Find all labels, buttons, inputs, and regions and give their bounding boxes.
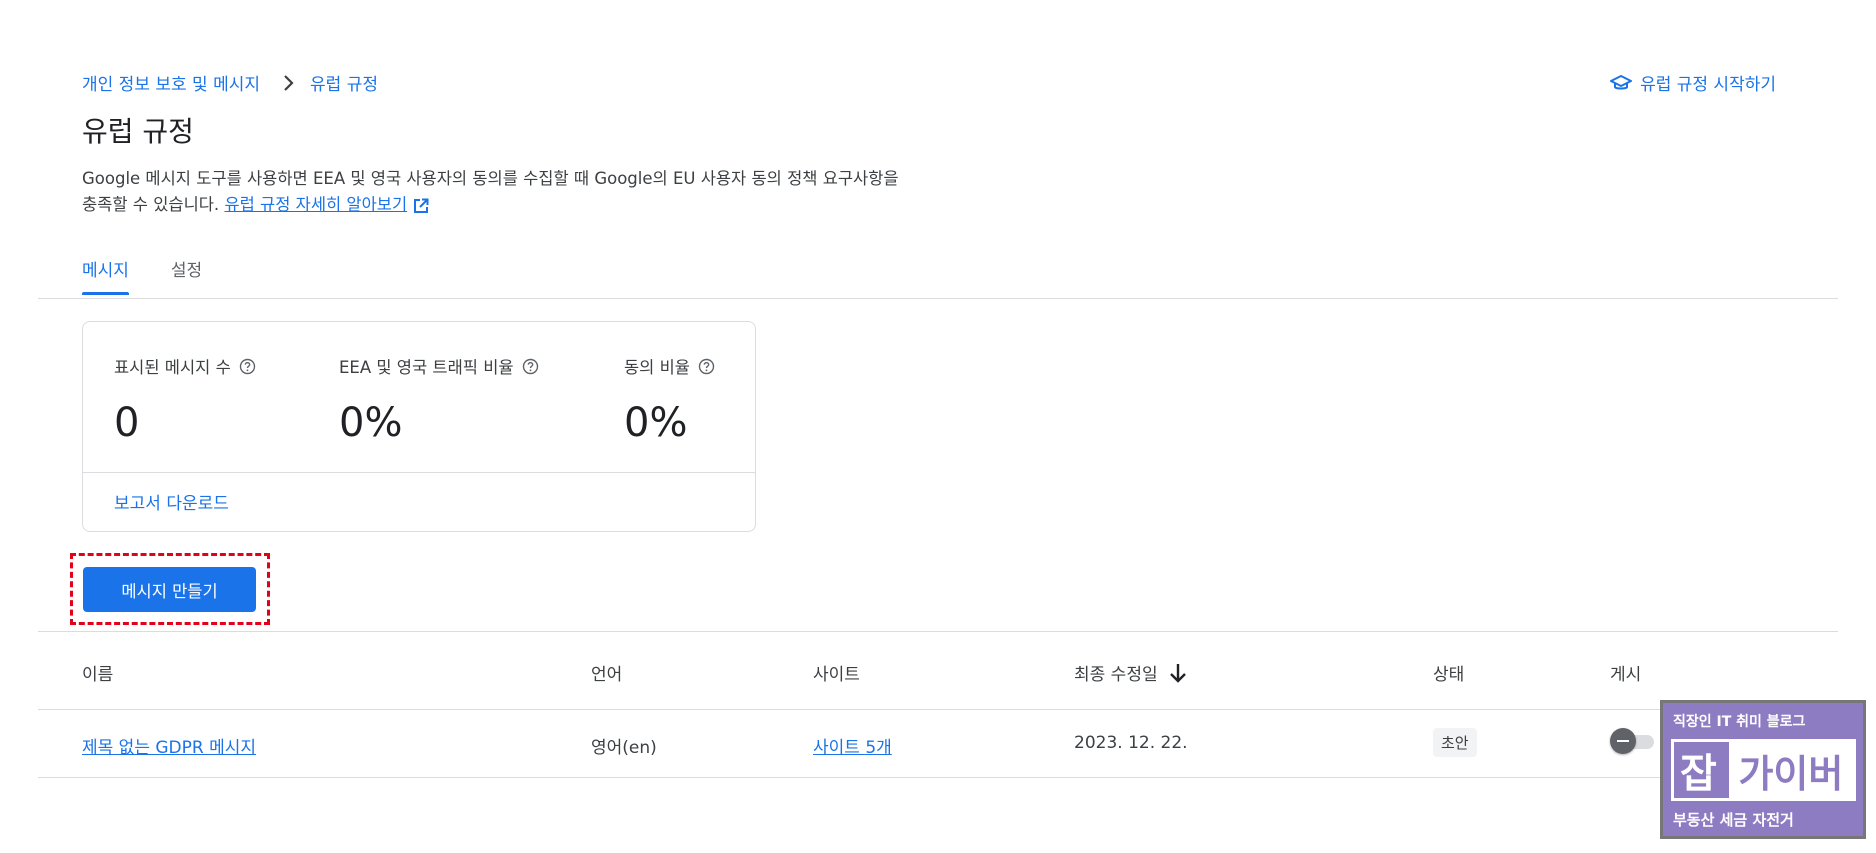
- row-language-cell: 영어(en): [591, 738, 657, 758]
- page-description: Google 메시지 도구를 사용하면 EEA 및 영국 사용자의 동의를 수집…: [82, 166, 902, 218]
- arrow-down-icon: [1169, 663, 1186, 683]
- message-name-link[interactable]: 제목 없는 GDPR 메시지: [82, 738, 256, 758]
- watermark-big-left: 잡: [1680, 751, 1717, 797]
- page-title: 유럽 규정: [82, 115, 194, 148]
- stat-consent-ratio-value: 0%: [624, 400, 688, 446]
- column-header-modified[interactable]: 최종 수정일: [1074, 660, 1188, 685]
- stat-consent-ratio: 동의 비율 0%: [624, 354, 715, 446]
- create-message-button[interactable]: 메시지 만들기: [83, 567, 256, 612]
- watermark-top-text: 직장인 IT 취미 블로그: [1673, 714, 1806, 730]
- column-header-status[interactable]: 상태: [1433, 660, 1464, 685]
- help-icon[interactable]: [522, 358, 539, 375]
- chevron-right-icon: [284, 74, 294, 91]
- stat-traffic-ratio-label: EEA 및 영국 트래픽 비율: [339, 358, 514, 377]
- stats-card: 표시된 메시지 수 0 EEA 및 영국 트래픽 비율 0% 동의 비율 0% …: [82, 321, 756, 532]
- graduation-cap-icon: [1610, 74, 1633, 89]
- row-name-cell: 제목 없는 GDPR 메시지: [82, 733, 256, 758]
- column-header-modified-label: 최종 수정일: [1074, 665, 1158, 685]
- table-top-divider: [38, 631, 1838, 632]
- breadcrumb-parent-link[interactable]: 개인 정보 보호 및 메시지: [82, 70, 260, 95]
- watermark-big-right: 가이버: [1728, 742, 1853, 798]
- column-header-site[interactable]: 사이트: [813, 660, 860, 685]
- get-started-label: 유럽 규정 시작하기: [1640, 75, 1776, 95]
- row-modified-cell: 2023. 12. 22.: [1074, 733, 1188, 753]
- breadcrumb: 개인 정보 보호 및 메시지 유럽 규정: [82, 70, 378, 95]
- download-report-link[interactable]: 보고서 다운로드: [114, 489, 229, 514]
- breadcrumb-current[interactable]: 유럽 규정: [310, 70, 378, 95]
- column-header-name[interactable]: 이름: [82, 660, 113, 685]
- card-divider: [83, 472, 755, 473]
- stat-traffic-ratio-value: 0%: [339, 400, 403, 446]
- learn-more-link[interactable]: 유럽 규정 자세히 알아보기: [224, 195, 407, 214]
- watermark-logo: 잡 가이버: [1671, 739, 1856, 801]
- description-text: Google 메시지 도구를 사용하면 EEA 및 영국 사용자의 동의를 수집…: [82, 169, 899, 214]
- header-row-divider: [38, 709, 1838, 710]
- external-link-icon[interactable]: [413, 198, 429, 214]
- stat-messages-shown-value: 0: [114, 400, 140, 446]
- tabs-divider: [38, 298, 1838, 299]
- sites-link[interactable]: 사이트 5개: [813, 738, 892, 758]
- row-bottom-divider: [38, 777, 1838, 778]
- column-header-publish[interactable]: 게시: [1610, 660, 1641, 685]
- tab-bar: 메시지 설정: [82, 256, 202, 295]
- help-icon[interactable]: [239, 358, 256, 375]
- help-icon[interactable]: [698, 358, 715, 375]
- get-started-link[interactable]: 유럽 규정 시작하기: [1610, 70, 1776, 95]
- stat-messages-shown-label: 표시된 메시지 수: [114, 358, 231, 377]
- stat-traffic-ratio: EEA 및 영국 트래픽 비율 0%: [339, 354, 539, 446]
- toggle-off-icon: [1610, 728, 1636, 754]
- tab-settings[interactable]: 설정: [171, 256, 202, 295]
- column-header-language[interactable]: 언어: [591, 660, 622, 685]
- blog-watermark: 직장인 IT 취미 블로그 잡 가이버 부동산 세금 자전거: [1660, 700, 1866, 839]
- stat-messages-shown: 표시된 메시지 수 0: [114, 354, 256, 446]
- stat-consent-ratio-label: 동의 비율: [624, 358, 690, 377]
- row-sites-cell: 사이트 5개: [813, 733, 892, 758]
- status-badge: 초안: [1433, 728, 1477, 757]
- tab-messages[interactable]: 메시지: [82, 256, 129, 295]
- publish-toggle[interactable]: [1610, 728, 1656, 754]
- watermark-bottom-text: 부동산 세금 자전거: [1673, 811, 1794, 829]
